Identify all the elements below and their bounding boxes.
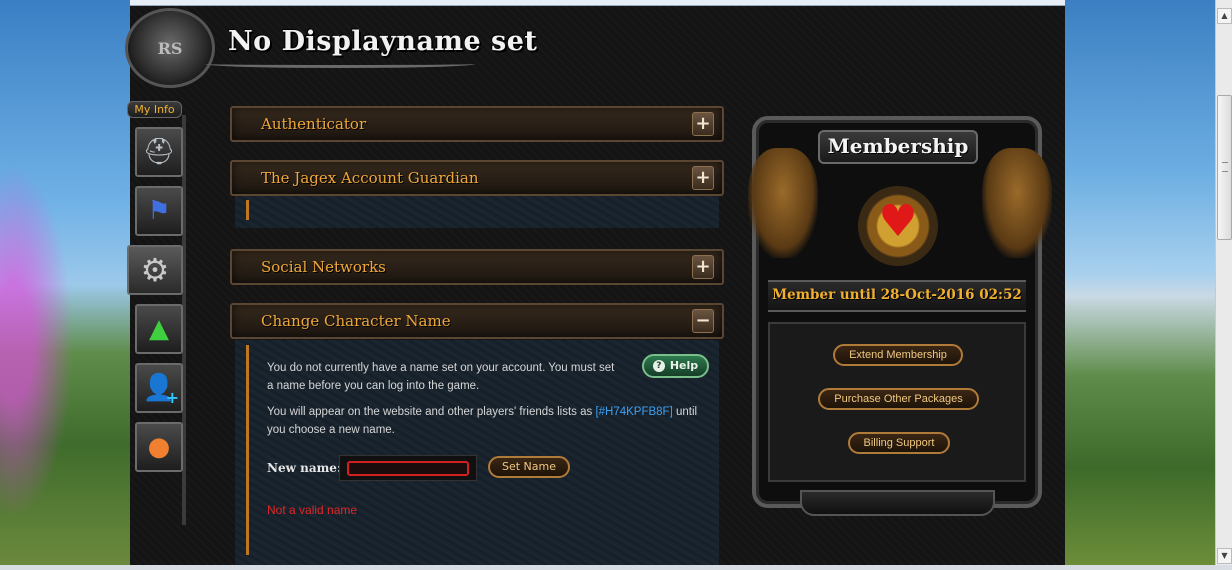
title-flourish bbox=[205, 60, 475, 68]
expand-icon[interactable]: + bbox=[692, 255, 714, 279]
membership-title: Membership bbox=[818, 130, 978, 164]
section-social-networks-label: Social Networks bbox=[261, 258, 386, 276]
dragon-left-decoration bbox=[748, 148, 818, 258]
name-error-message: Not a valid name bbox=[267, 503, 358, 517]
runescape-logo[interactable]: RS bbox=[125, 8, 215, 88]
nav-item-orb[interactable]: ● bbox=[135, 422, 183, 472]
scroll-up-arrow-icon[interactable]: ▲ bbox=[1217, 8, 1232, 24]
section-account-guardian-label: The Jagex Account Guardian bbox=[261, 169, 479, 187]
display-code-text: You will appear on the website and other… bbox=[267, 403, 707, 439]
collapse-icon[interactable]: − bbox=[692, 309, 714, 333]
membership-status-bar: Member until 28-Oct-2016 02:52 bbox=[768, 280, 1026, 312]
help-button-label: Help bbox=[669, 359, 699, 372]
banner-icon: ⚑ bbox=[147, 196, 171, 226]
helmet-icon: ⛑ bbox=[142, 137, 176, 167]
section-account-guardian[interactable]: The Jagex Account Guardian + bbox=[230, 160, 724, 196]
new-name-input[interactable] bbox=[347, 461, 469, 476]
nav-item-helm[interactable]: ⛑ bbox=[135, 127, 183, 177]
section-authenticator[interactable]: Authenticator + bbox=[230, 106, 724, 142]
section-authenticator-label: Authenticator bbox=[261, 115, 367, 133]
nav-item-add-friend[interactable]: 👤 + bbox=[135, 363, 183, 413]
scroll-down-arrow-icon[interactable]: ▼ bbox=[1217, 548, 1232, 564]
nav-item-settings[interactable]: ⚙ bbox=[127, 245, 183, 295]
expand-icon[interactable]: + bbox=[692, 112, 714, 136]
section-account-guardian-body bbox=[235, 196, 719, 228]
section-rail bbox=[246, 345, 249, 555]
name-notice-text: You do not currently have a name set on … bbox=[267, 362, 615, 392]
expand-icon[interactable]: + bbox=[692, 166, 714, 190]
page-title: No Displayname set bbox=[228, 26, 538, 57]
billing-support-button[interactable]: Billing Support bbox=[848, 432, 950, 454]
section-social-networks[interactable]: Social Networks + bbox=[230, 249, 724, 285]
section-change-character-name[interactable]: Change Character Name − bbox=[230, 303, 724, 339]
browser-bottom-edge bbox=[0, 565, 1232, 570]
new-name-field-frame bbox=[339, 455, 477, 481]
dragon-right-decoration bbox=[982, 148, 1052, 258]
heart-shield-icon: ♥ bbox=[878, 196, 918, 247]
display-code: [#H74KPFB8F] bbox=[595, 406, 673, 418]
membership-footer-ornament bbox=[800, 490, 995, 516]
section-rail bbox=[246, 200, 249, 220]
new-name-label: New name: bbox=[267, 461, 342, 475]
help-button[interactable]: ? Help bbox=[642, 354, 709, 378]
nav-item-banner[interactable]: ⚑ bbox=[135, 186, 183, 236]
extend-membership-button[interactable]: Extend Membership bbox=[833, 344, 963, 366]
page-scrollbar[interactable]: ▲ ▼ bbox=[1215, 0, 1232, 570]
logo-text: RS bbox=[157, 39, 183, 58]
section-change-character-name-label: Change Character Name bbox=[261, 312, 451, 330]
membership-expiry: Member until 28-Oct-2016 02:52 bbox=[772, 287, 1022, 303]
orb-icon: ● bbox=[147, 432, 171, 462]
tab-my-info[interactable]: My Info bbox=[127, 101, 182, 118]
background-scenery-left bbox=[0, 0, 130, 570]
question-icon: ? bbox=[652, 360, 665, 372]
display-code-pre: You will appear on the website and other… bbox=[267, 406, 593, 418]
scrollbar-thumb[interactable] bbox=[1217, 95, 1232, 240]
nav-item-upgrade[interactable]: ▲ bbox=[135, 304, 183, 354]
grip-icon bbox=[1222, 162, 1228, 172]
set-name-button[interactable]: Set Name bbox=[488, 456, 570, 478]
background-scenery-right bbox=[1065, 0, 1215, 570]
purchase-packages-button[interactable]: Purchase Other Packages bbox=[818, 388, 979, 410]
gear-icon: ⚙ bbox=[140, 251, 170, 289]
level-up-icon: ▲ bbox=[149, 314, 169, 344]
plus-icon: + bbox=[165, 388, 179, 407]
